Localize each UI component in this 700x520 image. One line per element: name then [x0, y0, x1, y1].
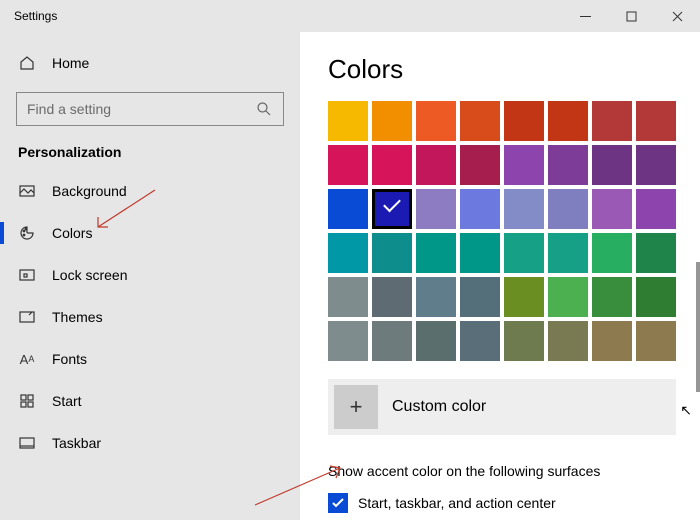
- sidebar-item-label: Colors: [52, 225, 92, 241]
- color-swatch[interactable]: [548, 145, 588, 185]
- titlebar: Settings: [0, 0, 700, 32]
- color-swatch[interactable]: [328, 277, 368, 317]
- color-swatch[interactable]: [504, 321, 544, 361]
- main-content: Colors + Custom color Show accent color …: [300, 32, 700, 520]
- sidebar-item-fonts[interactable]: AA Fonts: [0, 338, 300, 380]
- sidebar-item-label: Background: [52, 183, 127, 199]
- close-button[interactable]: [654, 0, 700, 32]
- color-swatch[interactable]: [328, 321, 368, 361]
- checkbox-start-taskbar[interactable]: Start, taskbar, and action center: [328, 493, 700, 513]
- nav-home[interactable]: Home: [0, 46, 300, 80]
- color-swatch[interactable]: [592, 145, 632, 185]
- sidebar-item-themes[interactable]: Themes: [0, 296, 300, 338]
- color-swatch[interactable]: [504, 189, 544, 229]
- sidebar-item-label: Fonts: [52, 351, 87, 367]
- color-swatch[interactable]: [416, 101, 456, 141]
- sidebar-item-label: Start: [52, 393, 82, 409]
- colors-icon: [18, 224, 36, 242]
- color-swatch[interactable]: [460, 321, 500, 361]
- home-icon: [18, 54, 36, 72]
- color-swatch[interactable]: [416, 233, 456, 273]
- sidebar-item-colors[interactable]: Colors: [0, 212, 300, 254]
- custom-color-label: Custom color: [392, 398, 486, 416]
- start-icon: [18, 392, 36, 410]
- color-swatch-grid: [328, 101, 700, 361]
- color-swatch[interactable]: [592, 101, 632, 141]
- cursor-pointer-icon: ↖: [680, 402, 692, 419]
- color-swatch[interactable]: [504, 145, 544, 185]
- color-swatch[interactable]: [372, 101, 412, 141]
- scrollbar[interactable]: [696, 262, 700, 392]
- sidebar-item-taskbar[interactable]: Taskbar: [0, 422, 300, 464]
- color-swatch[interactable]: [328, 189, 368, 229]
- color-swatch[interactable]: [328, 145, 368, 185]
- sidebar-category: Personalization: [0, 126, 300, 170]
- color-swatch[interactable]: [416, 145, 456, 185]
- checkbox-icon: [328, 493, 348, 513]
- color-swatch[interactable]: [636, 101, 676, 141]
- color-swatch[interactable]: [592, 233, 632, 273]
- search-placeholder: Find a setting: [27, 101, 111, 117]
- minimize-button[interactable]: [562, 0, 608, 32]
- accent-section-heading: Show accent color on the following surfa…: [328, 463, 700, 479]
- color-swatch[interactable]: [372, 145, 412, 185]
- color-swatch[interactable]: [460, 233, 500, 273]
- color-swatch[interactable]: [460, 277, 500, 317]
- window-buttons: [562, 0, 700, 32]
- checkbox-label: Start, taskbar, and action center: [358, 495, 556, 511]
- sidebar-item-lock-screen[interactable]: Lock screen: [0, 254, 300, 296]
- color-swatch[interactable]: [548, 233, 588, 273]
- taskbar-icon: [18, 434, 36, 452]
- plus-icon: +: [334, 385, 378, 429]
- window-title: Settings: [14, 9, 57, 23]
- color-swatch[interactable]: [416, 321, 456, 361]
- page-title: Colors: [328, 54, 700, 85]
- sidebar-item-label: Taskbar: [52, 435, 101, 451]
- color-swatch[interactable]: [372, 277, 412, 317]
- color-swatch[interactable]: [548, 101, 588, 141]
- color-swatch[interactable]: [636, 145, 676, 185]
- nav-home-label: Home: [52, 55, 89, 71]
- sidebar-item-start[interactable]: Start: [0, 380, 300, 422]
- color-swatch[interactable]: [372, 189, 412, 229]
- color-swatch[interactable]: [592, 277, 632, 317]
- color-swatch[interactable]: [592, 321, 632, 361]
- color-swatch[interactable]: [548, 277, 588, 317]
- color-swatch[interactable]: [460, 189, 500, 229]
- maximize-button[interactable]: [608, 0, 654, 32]
- background-icon: [18, 182, 36, 200]
- sidebar-item-label: Themes: [52, 309, 103, 325]
- search-input[interactable]: Find a setting: [16, 92, 284, 126]
- themes-icon: [18, 308, 36, 326]
- color-swatch[interactable]: [548, 189, 588, 229]
- sidebar-item-background[interactable]: Background: [0, 170, 300, 212]
- color-swatch[interactable]: [548, 321, 588, 361]
- color-swatch[interactable]: [592, 189, 632, 229]
- color-swatch[interactable]: [416, 277, 456, 317]
- color-swatch[interactable]: [416, 189, 456, 229]
- color-swatch[interactable]: [636, 189, 676, 229]
- color-swatch[interactable]: [636, 321, 676, 361]
- color-swatch[interactable]: [636, 277, 676, 317]
- color-swatch[interactable]: [504, 101, 544, 141]
- sidebar-item-label: Lock screen: [52, 267, 127, 283]
- fonts-icon: AA: [18, 350, 36, 368]
- custom-color-button[interactable]: + Custom color: [328, 379, 676, 435]
- color-swatch[interactable]: [328, 233, 368, 273]
- color-swatch[interactable]: [504, 277, 544, 317]
- sidebar: Home Find a setting Personalization Back…: [0, 32, 300, 520]
- color-swatch[interactable]: [636, 233, 676, 273]
- search-icon: [255, 100, 273, 118]
- lock-screen-icon: [18, 266, 36, 284]
- color-swatch[interactable]: [372, 321, 412, 361]
- color-swatch[interactable]: [328, 101, 368, 141]
- color-swatch[interactable]: [460, 101, 500, 141]
- color-swatch[interactable]: [372, 233, 412, 273]
- color-swatch[interactable]: [460, 145, 500, 185]
- color-swatch[interactable]: [504, 233, 544, 273]
